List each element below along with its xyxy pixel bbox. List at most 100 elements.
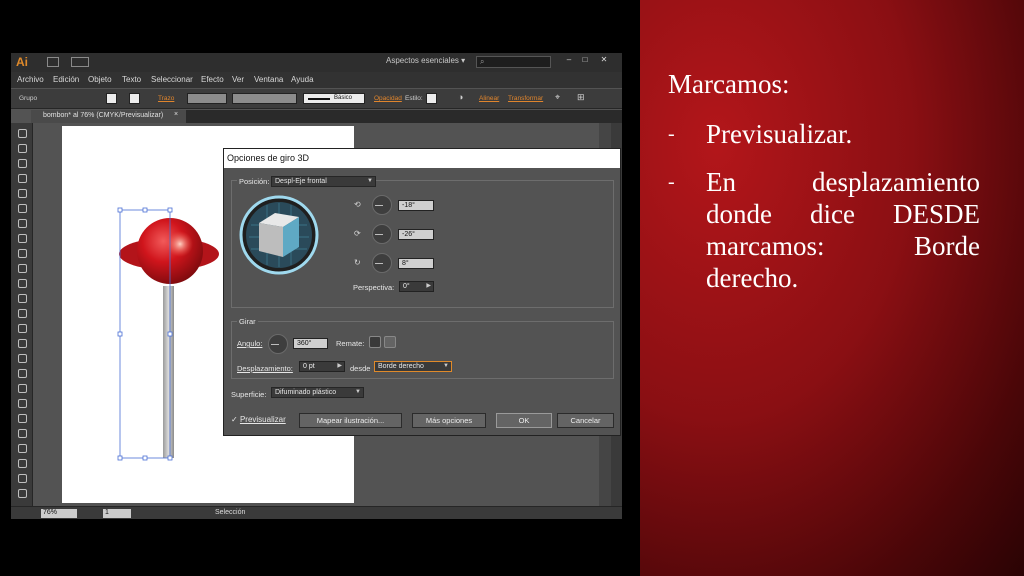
free-transform-tool-icon[interactable]	[18, 354, 27, 363]
stroke-link[interactable]: Trazo	[158, 95, 174, 102]
offset-input[interactable]: 0 pt ▶	[299, 361, 345, 372]
isolate-icon[interactable]: ⌖	[555, 92, 560, 103]
arrange-documents-icon[interactable]	[71, 57, 89, 67]
checkmark-icon: ✓	[231, 415, 238, 424]
type-tool-icon[interactable]	[18, 204, 27, 213]
y-rotation-input[interactable]: -26°	[398, 229, 434, 240]
cap-on-icon[interactable]	[369, 336, 381, 348]
align-link[interactable]: Alinear	[479, 95, 499, 102]
workspace-switcher[interactable]: Aspectos esenciales ▾	[386, 56, 465, 65]
chevron-down-icon: ▼	[355, 389, 361, 395]
y-rotation-dial[interactable]	[372, 224, 392, 244]
scale-tool-icon[interactable]	[18, 324, 27, 333]
eraser-tool-icon[interactable]	[18, 294, 27, 303]
symbol-sprayer-tool-icon[interactable]	[18, 459, 27, 468]
arrange-icon[interactable]: ⊞	[577, 92, 585, 103]
cancel-button[interactable]: Cancelar	[557, 413, 614, 428]
stroke-swatch[interactable]	[129, 93, 140, 104]
minimize-button[interactable]: –	[561, 54, 577, 66]
perspective-input[interactable]: 0° ▶	[399, 281, 434, 292]
selection-handle[interactable]	[142, 207, 148, 213]
menu-ver[interactable]: Ver	[232, 75, 244, 84]
ok-button[interactable]: OK	[496, 413, 552, 428]
graphic-style-swatch[interactable]	[426, 93, 437, 104]
maximize-button[interactable]: □	[577, 54, 593, 66]
menu-ayuda[interactable]: Ayuda	[291, 75, 314, 84]
stroke-weight-field[interactable]	[187, 93, 227, 104]
close-button[interactable]: ✕	[596, 54, 612, 66]
variable-width-select[interactable]	[232, 93, 297, 104]
status-mode[interactable]: Selección	[215, 509, 245, 516]
preview-checkbox[interactable]: ✓ Previsualizar	[231, 415, 286, 424]
track-cube-preview[interactable]	[239, 195, 319, 275]
blob-brush-tool-icon[interactable]	[18, 279, 27, 288]
menu-archivo[interactable]: Archivo	[17, 75, 44, 84]
rotate-tool-icon[interactable]	[18, 309, 27, 318]
direct-selection-tool-icon[interactable]	[18, 144, 27, 153]
help-search-input[interactable]: ⌕	[476, 56, 551, 68]
artboard-number-field[interactable]: 1	[103, 509, 131, 518]
rectangle-tool-icon[interactable]	[18, 234, 27, 243]
selection-handle[interactable]	[117, 455, 123, 461]
selection-handle[interactable]	[117, 207, 123, 213]
selection-tool-icon[interactable]	[18, 129, 27, 138]
document-tab-bar: bombon* al 76% (CMYK/Previsualizar) ×	[31, 110, 622, 123]
eyedropper-tool-icon[interactable]	[18, 429, 27, 438]
magic-wand-tool-icon[interactable]	[18, 159, 27, 168]
bullet-dash: -	[668, 171, 675, 193]
fill-swatch[interactable]	[106, 93, 117, 104]
opacity-link[interactable]: Opacidad	[374, 95, 402, 102]
selection-handle[interactable]	[167, 207, 173, 213]
surface-select[interactable]: Difuminado plástico ▼	[271, 387, 364, 398]
shape-builder-tool-icon[interactable]	[18, 369, 27, 378]
bullet-item: - Previsualizar.	[668, 118, 980, 150]
cap-off-icon[interactable]	[384, 336, 396, 348]
z-rotation-input[interactable]: 8°	[398, 258, 434, 269]
slide-text-content: Marcamos: - Previsualizar. - En desplaza…	[668, 68, 980, 310]
z-rotation-dial[interactable]	[372, 253, 392, 273]
selection-handle[interactable]	[142, 455, 148, 461]
zoom-select[interactable]: 76%	[41, 509, 77, 518]
x-rotation-input[interactable]: -18°	[398, 200, 434, 211]
paintbrush-tool-icon[interactable]	[18, 249, 27, 258]
angle-dial[interactable]	[268, 334, 288, 354]
bridge-icon[interactable]	[47, 57, 59, 67]
position-label: Posición:	[237, 177, 272, 186]
mesh-tool-icon[interactable]	[18, 399, 27, 408]
perspective-value: 0°	[403, 283, 410, 290]
menu-objeto[interactable]: Objeto	[88, 75, 112, 84]
selection-handle[interactable]	[117, 331, 123, 337]
menu-edicion[interactable]: Edición	[53, 75, 79, 84]
more-options-button[interactable]: Más opciones	[412, 413, 486, 428]
selection-handle[interactable]	[167, 331, 173, 337]
recolor-icon[interactable]: ◑	[458, 92, 463, 102]
angle-input[interactable]: 360°	[293, 338, 328, 349]
x-rotation-dial[interactable]	[372, 195, 392, 215]
menu-ventana[interactable]: Ventana	[254, 75, 283, 84]
offset-from-select[interactable]: Borde derecho ▼	[374, 361, 452, 372]
transform-link[interactable]: Transformar	[508, 95, 543, 102]
artboard-tool-icon[interactable]	[18, 489, 27, 498]
graph-tool-icon[interactable]	[18, 474, 27, 483]
blend-tool-icon[interactable]	[18, 444, 27, 453]
line-tool-icon[interactable]	[18, 219, 27, 228]
perspective-grid-tool-icon[interactable]	[18, 384, 27, 393]
position-select[interactable]: Despl-Eje frontal ▼	[271, 176, 376, 187]
width-tool-icon[interactable]	[18, 339, 27, 348]
pen-tool-icon[interactable]	[18, 189, 27, 198]
lasso-tool-icon[interactable]	[18, 174, 27, 183]
tab-document[interactable]: bombon* al 76% (CMYK/Previsualizar) ×	[31, 110, 186, 123]
chevron-down-icon: ▾	[461, 56, 466, 65]
close-tab-icon[interactable]: ×	[174, 111, 178, 118]
menu-seleccionar[interactable]: Seleccionar	[151, 75, 193, 84]
selection-handle[interactable]	[167, 455, 173, 461]
pencil-tool-icon[interactable]	[18, 264, 27, 273]
brush-select[interactable]: Básico	[303, 93, 365, 104]
from-label: desde	[350, 364, 371, 373]
gradient-tool-icon[interactable]	[18, 414, 27, 423]
map-art-button[interactable]: Mapear ilustración...	[299, 413, 402, 428]
style-label: Estilo:	[405, 95, 423, 102]
search-icon: ⌕	[480, 57, 485, 66]
menu-efecto[interactable]: Efecto	[201, 75, 224, 84]
menu-texto[interactable]: Texto	[122, 75, 141, 84]
